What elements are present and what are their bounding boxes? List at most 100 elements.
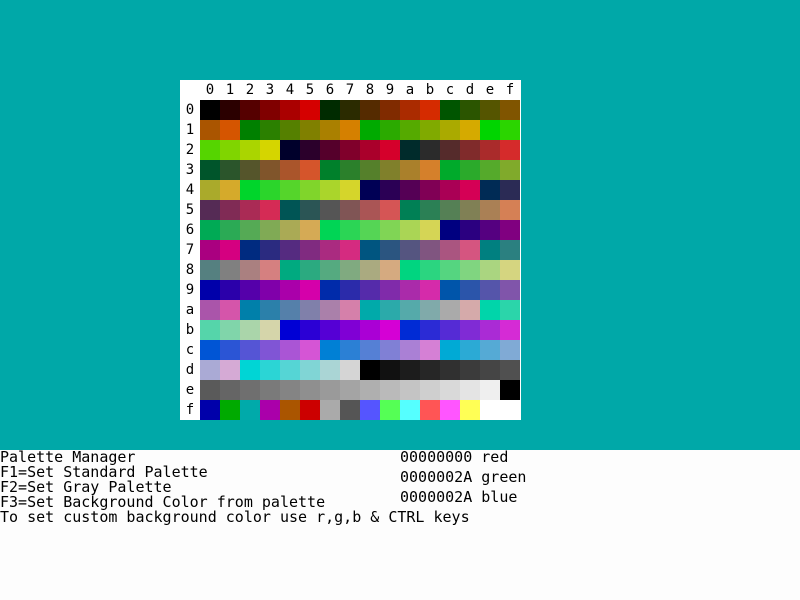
palette-swatch[interactable]	[420, 180, 440, 200]
palette-swatch[interactable]	[480, 180, 500, 200]
palette-swatch[interactable]	[400, 120, 420, 140]
palette-swatch[interactable]	[280, 200, 300, 220]
palette-swatch[interactable]	[300, 100, 320, 120]
palette-swatch[interactable]	[320, 100, 340, 120]
palette-swatch[interactable]	[340, 300, 360, 320]
palette-swatch[interactable]	[360, 260, 380, 280]
palette-swatch[interactable]	[480, 120, 500, 140]
palette-swatch[interactable]	[380, 280, 400, 300]
palette-swatch[interactable]	[440, 140, 460, 160]
palette-swatch[interactable]	[400, 180, 420, 200]
palette-swatch[interactable]	[420, 360, 440, 380]
palette-swatch[interactable]	[240, 240, 260, 260]
palette-swatch[interactable]	[480, 240, 500, 260]
palette-swatch[interactable]	[200, 320, 220, 340]
palette-swatch[interactable]	[400, 380, 420, 400]
palette-swatch[interactable]	[460, 120, 480, 140]
palette-swatch[interactable]	[460, 140, 480, 160]
palette-swatch[interactable]	[320, 340, 340, 360]
palette-swatch[interactable]	[360, 280, 380, 300]
palette-swatch[interactable]	[420, 260, 440, 280]
palette-swatch[interactable]	[420, 220, 440, 240]
palette-swatch[interactable]	[460, 280, 480, 300]
palette-swatch[interactable]	[460, 340, 480, 360]
palette-swatch[interactable]	[440, 260, 460, 280]
palette-swatch[interactable]	[260, 320, 280, 340]
palette-swatch[interactable]	[400, 320, 420, 340]
palette-swatch[interactable]	[460, 360, 480, 380]
palette-swatch[interactable]	[400, 340, 420, 360]
palette-swatch[interactable]	[440, 200, 460, 220]
palette-swatch[interactable]	[240, 200, 260, 220]
palette-swatch[interactable]	[340, 100, 360, 120]
palette-swatch[interactable]	[340, 280, 360, 300]
palette-swatch[interactable]	[280, 380, 300, 400]
palette-swatch[interactable]	[220, 280, 240, 300]
palette-swatch[interactable]	[460, 220, 480, 240]
palette-swatch[interactable]	[240, 100, 260, 120]
palette-swatch[interactable]	[480, 100, 500, 120]
palette-swatch[interactable]	[280, 100, 300, 120]
palette-swatch[interactable]	[220, 320, 240, 340]
palette-swatch[interactable]	[320, 160, 340, 180]
palette-swatch[interactable]	[380, 220, 400, 240]
palette-swatch[interactable]	[220, 240, 240, 260]
palette-swatch[interactable]	[360, 320, 380, 340]
palette-swatch[interactable]	[480, 140, 500, 160]
palette-swatch[interactable]	[220, 340, 240, 360]
palette-swatch[interactable]	[500, 160, 520, 180]
palette-swatch[interactable]	[300, 180, 320, 200]
palette-swatch[interactable]	[200, 400, 220, 420]
palette-swatch[interactable]	[300, 360, 320, 380]
palette-swatch[interactable]	[360, 400, 380, 420]
palette-swatch[interactable]	[480, 280, 500, 300]
palette-swatch[interactable]	[220, 400, 240, 420]
palette-swatch[interactable]	[300, 400, 320, 420]
palette-swatch[interactable]	[320, 320, 340, 340]
palette-swatch[interactable]	[260, 100, 280, 120]
palette-swatch[interactable]	[300, 380, 320, 400]
palette-swatch[interactable]	[200, 260, 220, 280]
palette-swatch[interactable]	[360, 200, 380, 220]
palette-swatch[interactable]	[260, 260, 280, 280]
palette-swatch[interactable]	[460, 240, 480, 260]
palette-swatch[interactable]	[260, 280, 280, 300]
palette-swatch[interactable]	[440, 300, 460, 320]
palette-swatch[interactable]	[260, 200, 280, 220]
palette-swatch[interactable]	[420, 300, 440, 320]
palette-swatch[interactable]	[440, 360, 460, 380]
palette-swatch[interactable]	[300, 260, 320, 280]
palette-swatch[interactable]	[200, 340, 220, 360]
palette-swatch[interactable]	[420, 120, 440, 140]
palette-swatch[interactable]	[480, 320, 500, 340]
palette-swatch[interactable]	[240, 160, 260, 180]
palette-swatch[interactable]	[320, 300, 340, 320]
palette-swatch[interactable]	[400, 280, 420, 300]
palette-swatch[interactable]	[500, 300, 520, 320]
palette-swatch[interactable]	[360, 240, 380, 260]
palette-swatch[interactable]	[500, 180, 520, 200]
palette-swatch[interactable]	[420, 280, 440, 300]
palette-swatch[interactable]	[320, 200, 340, 220]
palette-swatch[interactable]	[400, 100, 420, 120]
palette-swatch[interactable]	[340, 340, 360, 360]
palette-swatch[interactable]	[220, 380, 240, 400]
palette-swatch[interactable]	[360, 120, 380, 140]
palette-swatch[interactable]	[460, 300, 480, 320]
palette-swatch[interactable]	[500, 340, 520, 360]
palette-swatch[interactable]	[360, 380, 380, 400]
palette-swatch[interactable]	[220, 200, 240, 220]
palette-swatch[interactable]	[340, 120, 360, 140]
palette-swatch[interactable]	[380, 300, 400, 320]
palette-swatch[interactable]	[260, 360, 280, 380]
palette-swatch[interactable]	[380, 180, 400, 200]
palette-swatch[interactable]	[500, 100, 520, 120]
palette-swatch[interactable]	[280, 300, 300, 320]
palette-swatch[interactable]	[200, 200, 220, 220]
palette-swatch[interactable]	[240, 380, 260, 400]
palette-swatch[interactable]	[460, 380, 480, 400]
palette-swatch[interactable]	[200, 160, 220, 180]
palette-swatch[interactable]	[220, 360, 240, 380]
palette-swatch[interactable]	[440, 400, 460, 420]
palette-swatch[interactable]	[420, 160, 440, 180]
